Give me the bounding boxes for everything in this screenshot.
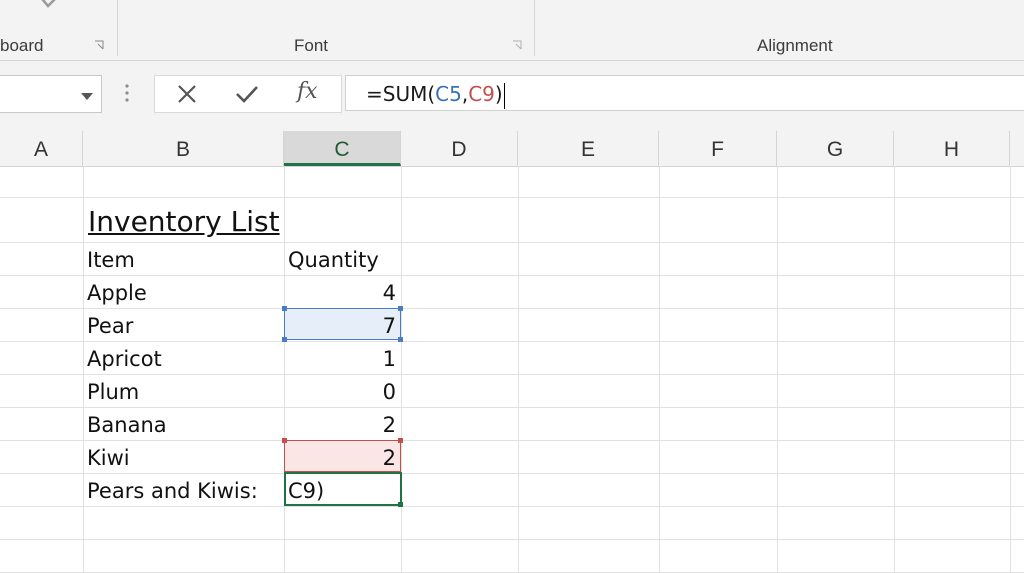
worksheet-grid[interactable]: Inventory List Item Quantity Apple 4 Pea… [0,166,1024,573]
gridline [0,197,1024,198]
quantity-cell: 7 [382,314,396,338]
gridline [894,166,895,573]
format-painter-icon[interactable] [34,0,64,21]
column-headers: A B C D E F G H [0,131,1024,167]
gridline [0,242,1024,243]
item-cell: Plum [87,380,140,404]
text-caret [503,82,505,109]
ribbon: board Font Alignment [0,0,1024,61]
gridline [401,166,402,573]
column-header-e[interactable]: E [518,131,659,166]
item-cell: Pear [87,314,134,338]
range-handle[interactable] [398,306,403,311]
item-cell: Apple [87,281,147,305]
name-box[interactable] [0,75,102,113]
item-cell: Apricot [87,347,162,371]
column-header-d[interactable]: D [401,131,518,166]
gridline [83,166,84,573]
clipboard-dialog-launcher-icon[interactable] [94,40,104,50]
ribbon-separator [534,0,535,56]
column-header-f[interactable]: F [659,131,777,166]
quantity-cell: 2 [382,446,396,470]
quantity-cell: 4 [382,281,396,305]
ribbon-separator [117,0,118,56]
gridline [0,539,1024,540]
fill-handle[interactable] [398,502,403,507]
formula-ref-c5: C5 [435,82,462,106]
cancel-button[interactable] [161,76,213,112]
clipboard-group-label: board [0,36,44,55]
editing-cell-text[interactable]: C9) [288,474,324,506]
font-dialog-launcher-icon[interactable] [512,40,522,50]
total-label: Pears and Kiwis: [87,479,258,503]
column-header-h[interactable]: H [894,131,1010,166]
formula-buttons: fx [154,75,342,113]
quantity-cell: 0 [382,380,396,404]
close-icon [178,85,196,103]
chevron-down-icon[interactable] [81,88,93,106]
column-header-c[interactable]: C [284,131,401,166]
formula-bar: fx =SUM(C5,C9) [0,61,1024,131]
gridline [0,374,1024,375]
formula-prefix: =SUM( [366,82,436,106]
header-quantity: Quantity [288,248,379,272]
gridline [0,275,1024,276]
gridline [0,440,1024,441]
quantity-cell: 2 [382,413,396,437]
item-cell: Kiwi [87,446,130,470]
insert-function-button[interactable]: fx [283,76,335,112]
formula-input[interactable]: =SUM(C5,C9) [345,75,1024,111]
fx-icon: fx [297,79,318,104]
alignment-group-label: Alignment [757,36,833,55]
gridline [518,166,519,573]
resize-grip-icon[interactable] [124,83,130,108]
range-handle[interactable] [398,438,403,443]
quantity-cell: 1 [382,347,396,371]
font-group-label: Font [294,36,329,55]
item-cell: Banana [87,413,167,437]
enter-button[interactable] [221,76,273,112]
gridline [659,166,660,573]
formula-ref-c9: C9 [468,82,495,106]
sheet-title: Inventory List [88,205,280,238]
gridline [1010,166,1011,573]
checkmark-icon [236,86,258,103]
gridline [777,166,778,573]
column-header-a[interactable]: A [0,131,83,166]
range-handle[interactable] [398,337,403,342]
formula-suffix: ) [494,82,503,106]
header-item: Item [87,248,135,272]
gridline [0,506,1024,507]
gridline [0,308,1024,309]
column-header-b[interactable]: B [83,131,284,166]
column-header-g[interactable]: G [777,131,894,166]
